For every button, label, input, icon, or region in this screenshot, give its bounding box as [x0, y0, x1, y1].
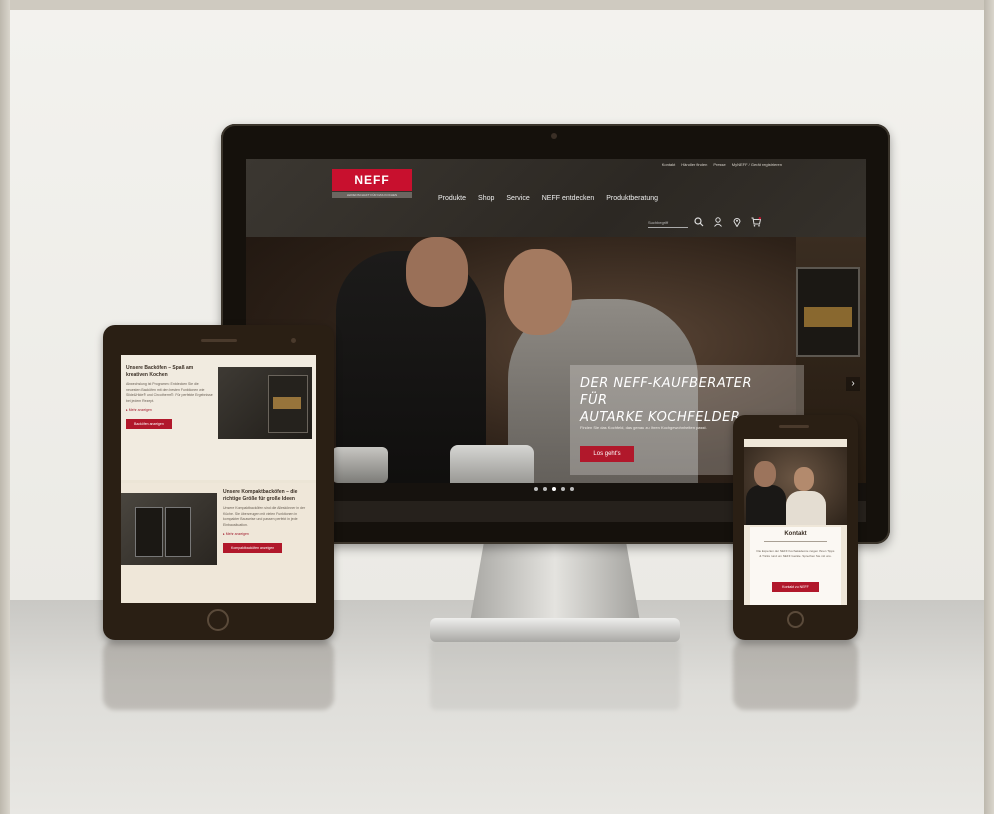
carousel-dot[interactable]: [534, 487, 538, 491]
hero-oven-image: [796, 267, 860, 357]
tablet-section-1-title: Unsere Backöfen – Spaß am kreativen Koch…: [126, 365, 194, 378]
carousel-dot[interactable]: [543, 487, 547, 491]
phone-screen: Kontakt Die Experten der NEFF Kochakadem…: [744, 439, 847, 605]
monitor-reflection: [430, 640, 680, 710]
phone-contact-text: Die Experten der NEFF Kochakademie zeige…: [756, 549, 835, 558]
tablet-speaker: [201, 339, 237, 342]
search-icon[interactable]: [694, 217, 704, 227]
tablet-section-1-link[interactable]: ▸ Mehr anzeigen: [126, 408, 214, 412]
tablet-section-2-title: Unsere Kompaktbacköfen – die richtige Gr…: [223, 489, 298, 502]
monitor-camera: [551, 133, 557, 139]
hero-chef-right-head: [504, 249, 572, 335]
phone-hero-image: [744, 447, 847, 525]
carousel-dots: [534, 487, 574, 491]
tablet-reflection: [103, 640, 334, 710]
tablet-screen: Unsere Backöfen – Spaß am kreativen Koch…: [121, 355, 316, 603]
carousel-dot[interactable]: [552, 487, 556, 491]
logo-tagline: LEIDENSCHAFT FÜR DAS KOCHEN: [332, 192, 412, 198]
location-pin-icon[interactable]: [732, 217, 742, 227]
main-nav: Produkte Shop Service NEFF entdecken Pro…: [438, 195, 658, 202]
tablet-camera: [291, 338, 296, 343]
utility-link-myneff[interactable]: MyNEFF / Gerät registrieren: [732, 162, 782, 167]
hero-text: Finden Sie das Kochfeld, das genau zu Ih…: [580, 425, 707, 430]
hero-chef-left-head: [406, 237, 468, 307]
nav-item-produkte[interactable]: Produkte: [438, 195, 466, 202]
utility-link-haendler[interactable]: Händler finden: [681, 162, 707, 167]
tablet-oven-image: [218, 367, 312, 439]
background-edge-left: [0, 0, 10, 814]
cart-icon[interactable]: [751, 217, 761, 227]
carousel-dot[interactable]: [561, 487, 565, 491]
nav-item-neff-entdecken[interactable]: NEFF entdecken: [542, 195, 595, 202]
tablet-section-2-link[interactable]: ▸ Mehr anzeigen: [223, 532, 311, 536]
carousel-next-arrow[interactable]: ›: [846, 377, 860, 391]
tablet-section-1-button[interactable]: Backöfen anzeigen: [126, 419, 172, 429]
nav-item-shop[interactable]: Shop: [478, 195, 494, 202]
phone-reflection: [733, 640, 858, 710]
utility-link-presse[interactable]: Presse: [713, 162, 725, 167]
phone-device: Kontakt Die Experten der NEFF Kochakadem…: [733, 415, 858, 640]
phone-speaker: [779, 425, 809, 428]
phone-contact-title: Kontakt: [784, 531, 807, 537]
monitor-stand-neck: [470, 544, 640, 622]
phone-contact-card: Kontakt Die Experten der NEFF Kochakadem…: [750, 527, 841, 605]
hero-title-line-1: DER NEFF-KAUFBERATER FÜR: [580, 376, 752, 408]
utility-link-kontakt[interactable]: Kontakt: [662, 162, 676, 167]
user-icon[interactable]: [713, 217, 723, 227]
tablet-compact-oven-image: [121, 493, 217, 565]
monitor-stand-foot: [430, 618, 680, 642]
header-icons: [694, 217, 761, 227]
tablet-device: Unsere Backöfen – Spaß am kreativen Koch…: [103, 325, 334, 640]
neff-logo[interactable]: NEFF: [332, 169, 412, 191]
background-top: [0, 0, 994, 10]
tablet-section-2-button[interactable]: Kompaktbacköfen anzeigen: [223, 543, 283, 553]
carousel-dot[interactable]: [570, 487, 574, 491]
search-input[interactable]: Suchbegriff: [648, 219, 688, 228]
nav-item-produktberatung[interactable]: Produktberatung: [606, 195, 658, 202]
tablet-home-button[interactable]: [207, 609, 229, 631]
phone-contact-button[interactable]: Kontakt zu NEFF: [772, 582, 819, 592]
phone-home-button[interactable]: [787, 611, 804, 628]
hero-cta-button[interactable]: Los geht's: [580, 446, 634, 462]
nav-item-service[interactable]: Service: [506, 195, 529, 202]
hero-pot-small: [332, 447, 388, 483]
tablet-section-ovens: Unsere Backöfen – Spaß am kreativen Koch…: [121, 355, 316, 480]
tablet-section-2-body: Unsere Kompaktbacköfen sind die Alleskön…: [223, 506, 306, 527]
tablet-section-1-body: Abwechslung ist Programm: Entdecken Sie …: [126, 382, 213, 403]
phone-divider: [764, 541, 827, 542]
utility-nav: Kontakt Händler finden Presse MyNEFF / G…: [662, 162, 782, 167]
tablet-section-compact-ovens: Unsere Kompaktbacköfen – die richtige Gr…: [121, 483, 316, 603]
background-edge-right: [984, 0, 994, 814]
site-header: NEFF LEIDENSCHAFT FÜR DAS KOCHEN Kontakt…: [246, 159, 866, 237]
